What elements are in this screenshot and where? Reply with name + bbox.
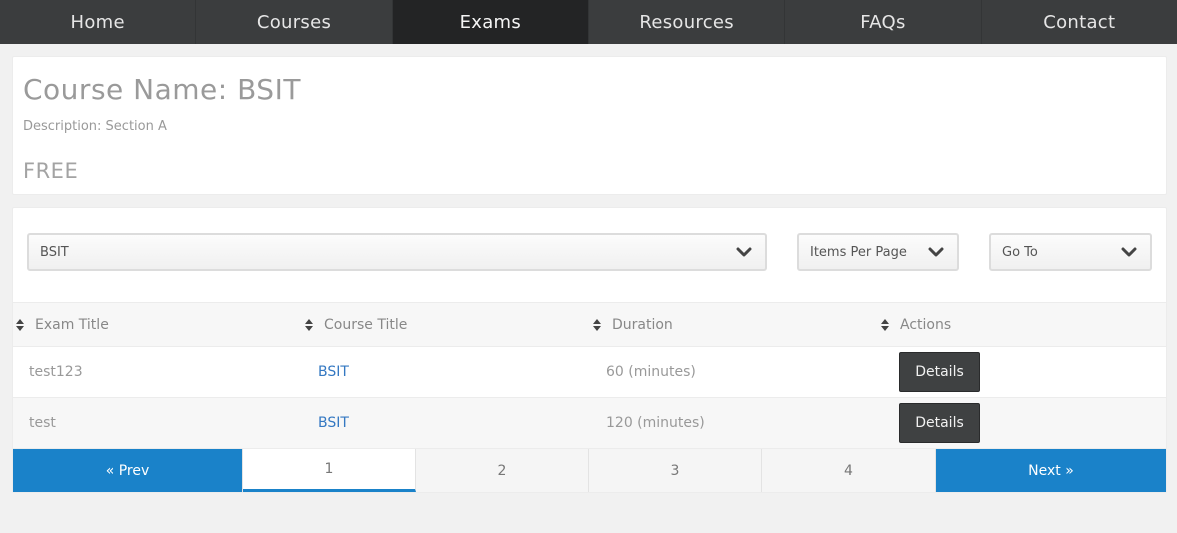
nav-courses[interactable]: Courses bbox=[196, 0, 393, 44]
page-1-button[interactable]: 1 bbox=[243, 449, 416, 492]
prev-page-button[interactable]: « Prev bbox=[13, 449, 243, 492]
go-to-value: Go To bbox=[1002, 244, 1038, 260]
nav-faqs[interactable]: FAQs bbox=[785, 0, 982, 44]
chevron-down-icon bbox=[928, 247, 944, 257]
page-3-button[interactable]: 3 bbox=[589, 449, 762, 492]
sort-icon bbox=[593, 318, 601, 331]
duration-cell: 120 (minutes) bbox=[606, 415, 705, 431]
table-row: test123 BSIT 60 (minutes) Details bbox=[13, 347, 1166, 398]
items-per-page-select[interactable]: Items Per Page bbox=[797, 233, 959, 271]
column-header-exam-title[interactable]: Exam Title bbox=[15, 303, 109, 346]
column-header-label: Duration bbox=[612, 316, 673, 333]
column-header-course-title[interactable]: Course Title bbox=[304, 303, 407, 346]
nav-exams[interactable]: Exams bbox=[392, 0, 589, 44]
column-header-actions[interactable]: Actions bbox=[880, 303, 951, 346]
column-header-duration[interactable]: Duration bbox=[592, 303, 673, 346]
column-header-label: Course Title bbox=[324, 316, 408, 333]
sort-icon bbox=[881, 318, 889, 331]
go-to-select[interactable]: Go To bbox=[989, 233, 1152, 271]
duration-cell: 60 (minutes) bbox=[606, 364, 696, 380]
pagination: « Prev 1 2 3 4 Next » bbox=[13, 449, 1166, 492]
items-per-page-value: Items Per Page bbox=[810, 244, 907, 260]
chevron-down-icon bbox=[1121, 247, 1137, 257]
table-header: Exam Title Course Title Duration Actions bbox=[13, 302, 1166, 347]
nav-resources[interactable]: Resources bbox=[589, 0, 786, 44]
details-button[interactable]: Details bbox=[899, 352, 980, 392]
page-4-button[interactable]: 4 bbox=[762, 449, 936, 492]
column-header-label: Exam Title bbox=[35, 316, 109, 333]
table-row: test BSIT 120 (minutes) Details bbox=[13, 398, 1166, 449]
course-title: Course Name: BSIT bbox=[23, 73, 301, 106]
course-info-panel: Course Name: BSIT Description: Section A… bbox=[12, 56, 1167, 195]
chevron-down-icon bbox=[736, 247, 752, 257]
course-select[interactable]: BSIT bbox=[27, 233, 767, 271]
main-nav: Home Courses Exams Resources FAQs Contac… bbox=[0, 0, 1177, 44]
details-button[interactable]: Details bbox=[899, 403, 980, 443]
next-page-button[interactable]: Next » bbox=[936, 449, 1166, 492]
course-price: FREE bbox=[23, 159, 79, 183]
page-2-button[interactable]: 2 bbox=[416, 449, 589, 492]
nav-home[interactable]: Home bbox=[0, 0, 197, 44]
exam-title-cell: test123 bbox=[29, 364, 83, 380]
column-header-label: Actions bbox=[900, 316, 952, 333]
nav-contact[interactable]: Contact bbox=[982, 0, 1177, 44]
exam-list-panel: BSIT Items Per Page Go To Exam Title Cou… bbox=[12, 207, 1167, 493]
course-select-value: BSIT bbox=[40, 244, 69, 260]
course-title-link[interactable]: BSIT bbox=[318, 398, 349, 448]
exam-title-cell: test bbox=[29, 415, 56, 431]
sort-icon bbox=[16, 318, 24, 331]
sort-icon bbox=[305, 318, 313, 331]
course-description: Description: Section A bbox=[23, 119, 167, 134]
course-title-link[interactable]: BSIT bbox=[318, 347, 349, 397]
